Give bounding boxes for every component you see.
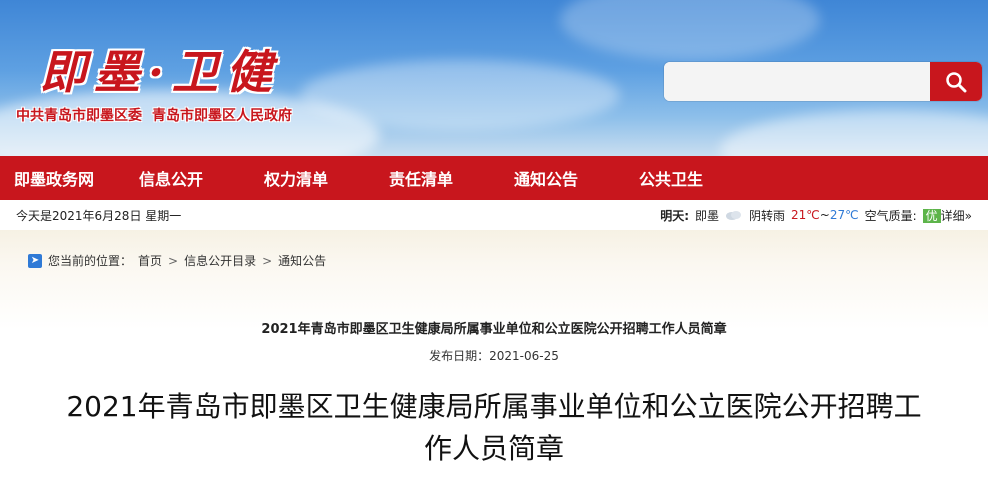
search-button[interactable] xyxy=(930,62,982,101)
breadcrumb-separator: > xyxy=(262,253,273,268)
subtitle-government: 青岛市即墨区人民政府 xyxy=(152,108,292,124)
publish-date: 发布日期：2021-06-25 xyxy=(429,349,559,363)
article-header-title: 2021年青岛市即墨区卫生健康局所属事业单位和公立医院公开招聘工作人员简章 xyxy=(261,322,727,337)
main-nav: 即墨政务网 信息公开 权力清单 责任清单 通知公告 公共卫生 xyxy=(0,156,988,200)
weather-widget: 明天: 即墨 阴转雨 21℃~27℃ 空气质量: 优详细» xyxy=(660,207,972,224)
air-quality-label: 空气质量: xyxy=(864,208,917,223)
nav-item-info-disclosure[interactable]: 信息公开 xyxy=(125,166,250,190)
air-quality-badge: 优 xyxy=(922,208,941,223)
temp-high: 21℃ xyxy=(791,208,820,222)
site-logo[interactable]: 即墨·卫健 xyxy=(40,36,280,102)
cloud-decoration xyxy=(720,110,988,156)
article-area: ➤ 您当前的位置： 首页 > 信息公开目录 > 通知公告 2021年青岛市即墨区… xyxy=(0,230,988,479)
breadcrumb-home[interactable]: 首页 xyxy=(138,252,162,269)
search-box xyxy=(664,62,982,101)
breadcrumb-prefix: 您当前的位置： xyxy=(48,254,133,268)
site-subtitle: 中共青岛市即墨区委 青岛市即墨区人民政府 xyxy=(16,105,292,125)
weather-city: 即墨 xyxy=(695,208,720,223)
search-icon xyxy=(946,71,967,92)
breadcrumb-notices[interactable]: 通知公告 xyxy=(278,252,326,269)
nav-item-gov[interactable]: 即墨政务网 xyxy=(0,166,125,190)
temp-low: 27℃ xyxy=(829,208,859,222)
breadcrumb-info-catalog[interactable]: 信息公开目录 xyxy=(184,252,256,269)
info-bar: 今天是2021年6月28日 星期一 明天: 即墨 阴转雨 21℃~27℃ 空气质… xyxy=(0,200,988,230)
cloud-icon xyxy=(726,211,742,220)
subtitle-party: 中共青岛市即墨区委 xyxy=(16,108,142,124)
nav-item-public-health[interactable]: 公共卫生 xyxy=(625,166,750,190)
weather-condition: 阴转雨 xyxy=(749,208,786,223)
cloud-decoration xyxy=(560,0,820,60)
article-title: 2021年青岛市即墨区卫生健康局所属事业单位和公立医院公开招聘工作人员简章 xyxy=(66,390,922,465)
current-date: 今天是2021年6月28日 星期一 xyxy=(16,208,182,223)
temp-separator: ~ xyxy=(819,208,830,222)
location-arrow-icon: ➤ xyxy=(28,253,42,268)
breadcrumb-separator: > xyxy=(168,253,179,268)
cloud-decoration xyxy=(300,60,620,130)
nav-item-notices[interactable]: 通知公告 xyxy=(500,166,625,190)
search-input[interactable] xyxy=(664,62,930,101)
nav-item-power-list[interactable]: 权力清单 xyxy=(250,166,375,190)
weather-tomorrow-label: 明天: xyxy=(660,208,689,223)
header-banner: 即墨·卫健 中共青岛市即墨区委 青岛市即墨区人民政府 xyxy=(0,0,988,156)
weather-detail-link[interactable]: 详细» xyxy=(941,209,972,223)
breadcrumb: ➤ 您当前的位置： 首页 > 信息公开目录 > 通知公告 xyxy=(28,252,326,269)
nav-item-responsibility-list[interactable]: 责任清单 xyxy=(375,166,500,190)
